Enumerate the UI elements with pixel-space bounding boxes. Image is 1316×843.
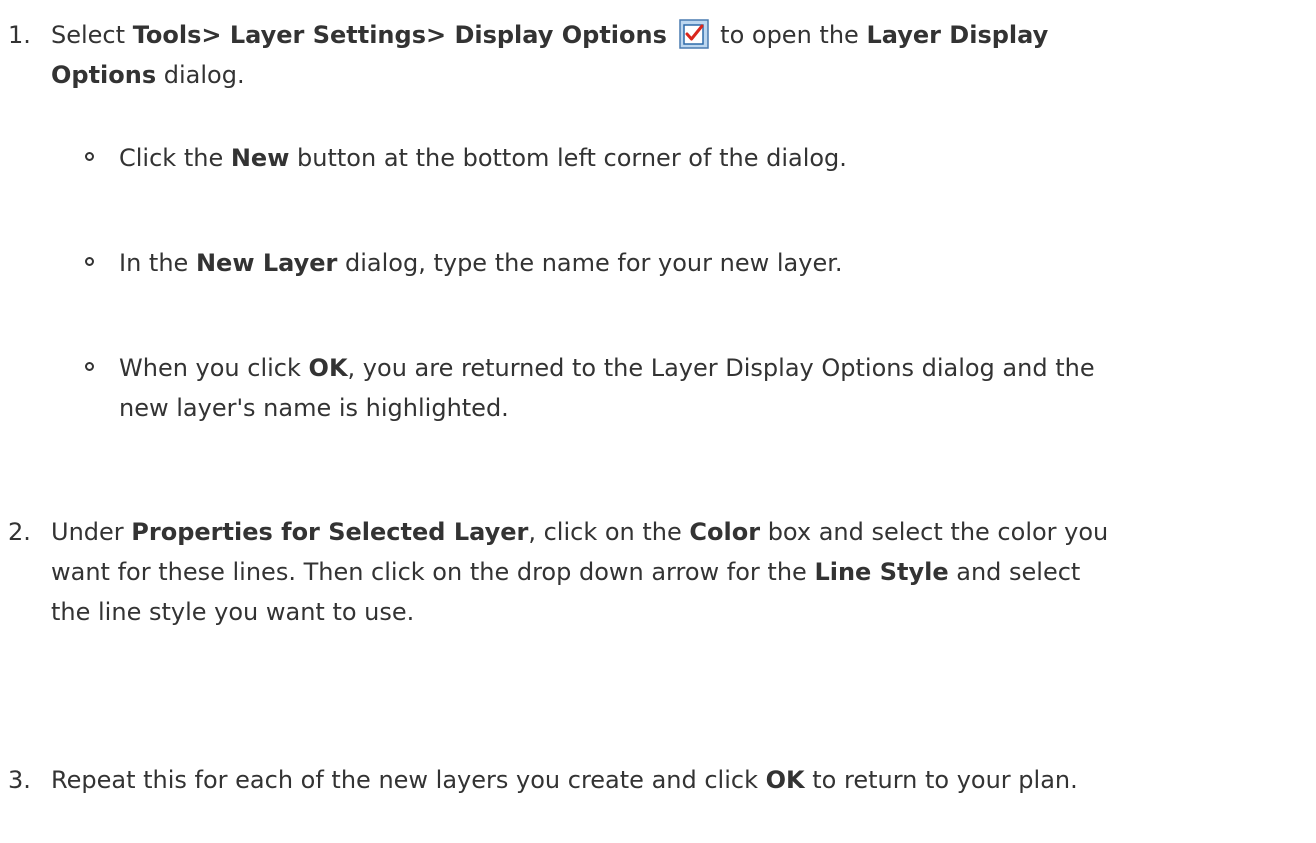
line-style-ref: Line Style	[814, 558, 949, 586]
color-box-ref: Color	[689, 518, 761, 546]
step-3: 3. Repeat this for each of the new layer…	[0, 760, 1316, 800]
sub-item-3: When you click OK, you are returned to t…	[0, 348, 1316, 428]
step-number: 1.	[8, 21, 31, 49]
ok-button-ref: OK	[308, 354, 348, 382]
step-text: Select Tools> Layer Settings> Display Op…	[51, 19, 1049, 89]
new-layer-dialog-ref: New Layer	[195, 249, 338, 277]
step-text: Under Properties for Selected Layer, cli…	[51, 518, 1109, 626]
step-2: 2. Under Properties for Selected Layer, …	[0, 512, 1316, 632]
new-button-ref: New	[230, 144, 290, 172]
dialog-name-cont: Options	[51, 61, 157, 89]
ok-button-ref: OK	[765, 766, 805, 794]
display-options-checkbox-icon	[678, 19, 709, 49]
sub-item-1: Click the New button at the bottom left …	[0, 138, 1316, 178]
step-number: 2.	[8, 518, 31, 546]
bullet-circle-icon	[85, 257, 94, 266]
instructions-document: 1. Select Tools> Layer Settings> Display…	[0, 0, 1316, 843]
dialog-name: Layer Display	[866, 21, 1049, 49]
step-text: Repeat this for each of the new layers y…	[51, 766, 1078, 794]
sub-item-2: In the New Layer dialog, type the name f…	[0, 243, 1316, 283]
bullet-circle-icon	[85, 362, 94, 371]
bullet-circle-icon	[85, 152, 94, 161]
menu-path: Tools> Layer Settings> Display Options	[132, 21, 667, 49]
step-number: 3.	[8, 766, 31, 794]
step-1: 1. Select Tools> Layer Settings> Display…	[0, 15, 1316, 95]
section-ref: Properties for Selected Layer	[131, 518, 529, 546]
sub-item-text: In the New Layer dialog, type the name f…	[119, 249, 843, 277]
sub-item-text: When you click OK, you are returned to t…	[119, 354, 1095, 422]
sub-item-text: Click the New button at the bottom left …	[119, 144, 847, 172]
